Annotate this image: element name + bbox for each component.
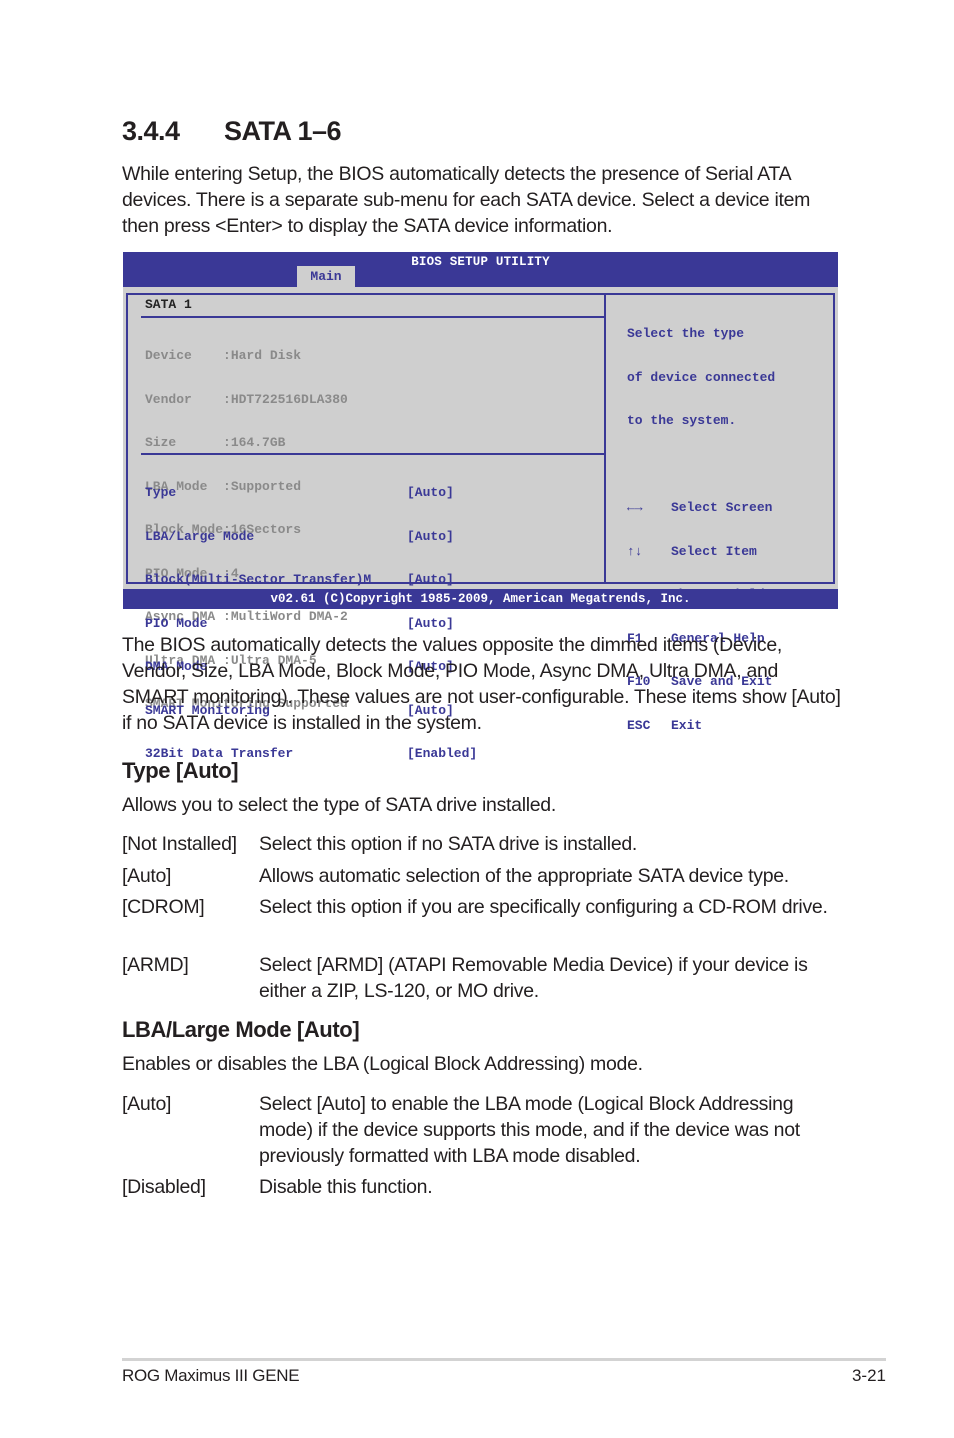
- setting-label: Type: [145, 485, 177, 500]
- info-line: Size :164.7GB: [145, 435, 286, 450]
- footer-product-name: ROG Maximus III GENE: [122, 1366, 300, 1385]
- option-row: [Auto] Allows automatic selection of the…: [122, 863, 842, 889]
- help-line: Select the type: [627, 326, 745, 341]
- lba-heading: LBA/Large Mode [Auto]: [122, 1017, 360, 1042]
- type-heading: Type [Auto]: [122, 758, 239, 783]
- option-row: [CDROM] Select this option if you are sp…: [122, 894, 842, 920]
- option-desc: Allows automatic selection of the approp…: [259, 865, 789, 887]
- setting-row-lba-large-mode[interactable]: LBA/Large Mode [Auto]: [145, 528, 477, 545]
- footer-divider: [122, 1358, 886, 1361]
- dimmed-items-paragraph: The BIOS automatically detects the value…: [122, 634, 841, 734]
- option-key: [Auto]: [122, 865, 172, 887]
- arrow-up-down-icon: ↑↓: [627, 543, 643, 559]
- section-number: 3.4.4: [122, 116, 180, 146]
- key-action: Select Item: [671, 543, 757, 559]
- lba-description: Enables or disables the LBA (Logical Blo…: [122, 1053, 643, 1075]
- help-line: to the system.: [627, 413, 737, 428]
- bios-screenshot: BIOS SETUP UTILITY Main SATA 1 Device :H…: [123, 252, 838, 761]
- setting-row-type[interactable]: Type [Auto]: [145, 485, 477, 501]
- option-desc: Select this option if you are specifical…: [259, 896, 828, 918]
- type-description: Allows you to select the type of SATA dr…: [122, 794, 556, 816]
- setting-value: [Enabled]: [407, 746, 478, 761]
- setting-value: [Auto]: [407, 485, 454, 500]
- help-text: Select the type of device connected to t…: [627, 298, 775, 458]
- setting-label: LBA/Large Mode: [145, 528, 255, 544]
- option-row: [Not Installed] Select this option if no…: [122, 831, 842, 857]
- option-row: [Auto] Select [Auto] to enable the LBA m…: [122, 1091, 842, 1169]
- key-action: Select Screen: [671, 500, 773, 515]
- setting-value: [Auto]: [407, 528, 454, 544]
- key-row: ←→ Select Screen: [627, 500, 773, 516]
- option-desc: Select [ARMD] (ATAPI Removable Media Dev…: [259, 954, 808, 1002]
- bios-panel: SATA 1 Device :Hard Disk Vendor :HDT7225…: [126, 293, 835, 761]
- setting-row-block-mode[interactable]: Block(Multi-Sector Transfer)M [Auto]: [145, 572, 477, 588]
- bios-header-bar: BIOS SETUP UTILITY Main: [123, 252, 838, 287]
- setting-label: Block(Multi-Sector Transfer)M: [145, 572, 372, 587]
- option-row: [ARMD] Select [ARMD] (ATAPI Removable Me…: [122, 952, 842, 1004]
- info-line: Device :Hard Disk: [145, 348, 302, 363]
- option-desc: Disable this function.: [259, 1176, 433, 1198]
- divider: [141, 453, 604, 455]
- column-divider: [604, 295, 606, 582]
- bios-title: BIOS SETUP UTILITY: [411, 255, 550, 269]
- option-key: [Auto]: [122, 1093, 172, 1115]
- section-heading: 3.4.4 SATA 1–6: [122, 116, 342, 147]
- panel-title: SATA 1: [145, 297, 192, 312]
- setting-label: PIO Mode: [145, 615, 208, 631]
- setting-row-pio-mode[interactable]: PIO Mode [Auto]: [145, 615, 477, 632]
- info-line: Vendor :HDT722516DLA380: [145, 391, 348, 407]
- option-key: [ARMD]: [122, 954, 189, 976]
- option-key: [CDROM]: [122, 896, 205, 918]
- option-key: [Disabled]: [122, 1176, 206, 1198]
- settings-list: Type [Auto] LBA/Large Mode [Auto] Block(Mu…: [145, 457, 477, 791]
- option-key: [Not Installed]: [122, 833, 237, 855]
- divider: [141, 316, 604, 318]
- tab-main[interactable]: Main: [297, 266, 355, 287]
- intro-paragraph: While entering Setup, the BIOS automatic…: [122, 163, 811, 237]
- footer-page-number: 3-21: [851, 1366, 886, 1385]
- option-row: [Disabled] Disable this function.: [122, 1174, 842, 1200]
- arrow-left-right-icon: ←→: [627, 500, 643, 515]
- option-desc: Select this option if no SATA drive is i…: [259, 833, 638, 855]
- setting-value: [Auto]: [407, 572, 454, 587]
- bios-copyright: v02.61 (C)Copyright 1985-2009, American …: [123, 589, 838, 609]
- setting-value: [Auto]: [407, 615, 454, 631]
- section-title: SATA 1–6: [224, 116, 342, 146]
- key-row: ↑↓ Select Item: [627, 543, 772, 560]
- help-line: of device connected: [627, 369, 776, 385]
- option-desc: Select [Auto] to enable the LBA mode (Lo…: [259, 1093, 800, 1167]
